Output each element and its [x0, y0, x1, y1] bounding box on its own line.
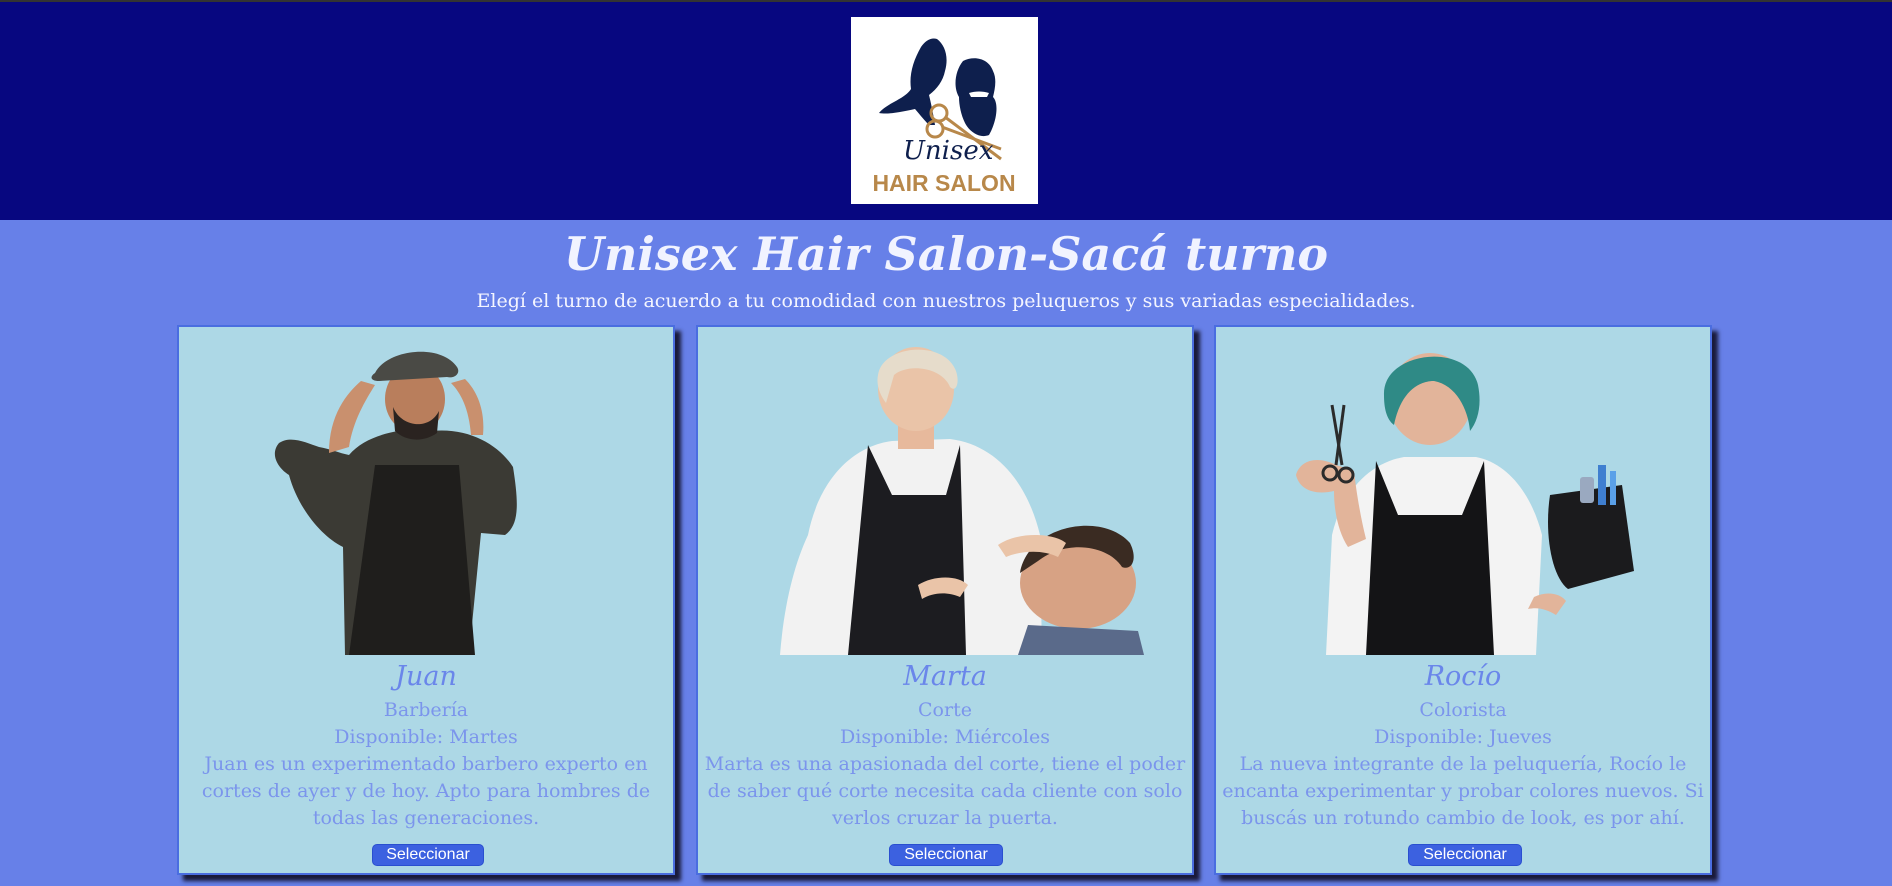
stylist-description: Juan es un experimentado barbero experto… [201, 753, 651, 829]
stylist-photo-juan [179, 335, 673, 675]
stylist-card-rocio: Rocío Colorista Disponible: Jueves La nu… [1214, 325, 1712, 875]
page-subtitle: Elegí el turno de acuerdo a tu comodidad… [476, 290, 1416, 312]
select-button-rocio[interactable]: Seleccionar [1408, 844, 1522, 866]
stylist-availability: Disponible: Jueves [1374, 726, 1552, 748]
stylist-description: La nueva integrante de la peluquería, Ro… [1222, 753, 1704, 829]
salon-logo[interactable]: Unisex HAIR SALON [851, 17, 1038, 204]
select-button-juan[interactable]: Seleccionar [372, 844, 484, 866]
stylist-availability: Disponible: Miércoles [840, 726, 1050, 748]
stylist-specialty: Corte [918, 699, 972, 721]
stylist-specialty: Barbería [383, 699, 469, 721]
logo-text-hair-salon: HAIR SALON [872, 170, 1015, 196]
logo-text-unisex: Unisex [903, 136, 994, 166]
stylist-description: Marta es una apasionada del corte, tiene… [704, 753, 1186, 829]
stylist-photo-marta [698, 335, 1192, 675]
stylist-card-marta: Marta Corte Disponible: Miércoles Marta … [696, 325, 1194, 875]
stylist-name: Marta [903, 661, 987, 692]
stylist-card-juan: Juan Barbería Disponible: Martes Juan es… [177, 325, 675, 875]
stylist-photo-rocio [1216, 335, 1710, 675]
stylist-specialty: Colorista [1419, 699, 1507, 721]
site-header: Unisex HAIR SALON [0, 2, 1892, 220]
salon-logo-icon: Unisex HAIR SALON [872, 38, 1016, 196]
stylist-availability: Disponible: Martes [334, 726, 518, 748]
stylist-name: Juan [395, 661, 457, 692]
stylist-name: Rocío [1424, 661, 1502, 692]
select-button-marta[interactable]: Seleccionar [889, 844, 1003, 866]
page-title: Unisex Hair Salon-Sacá turno [563, 227, 1329, 281]
